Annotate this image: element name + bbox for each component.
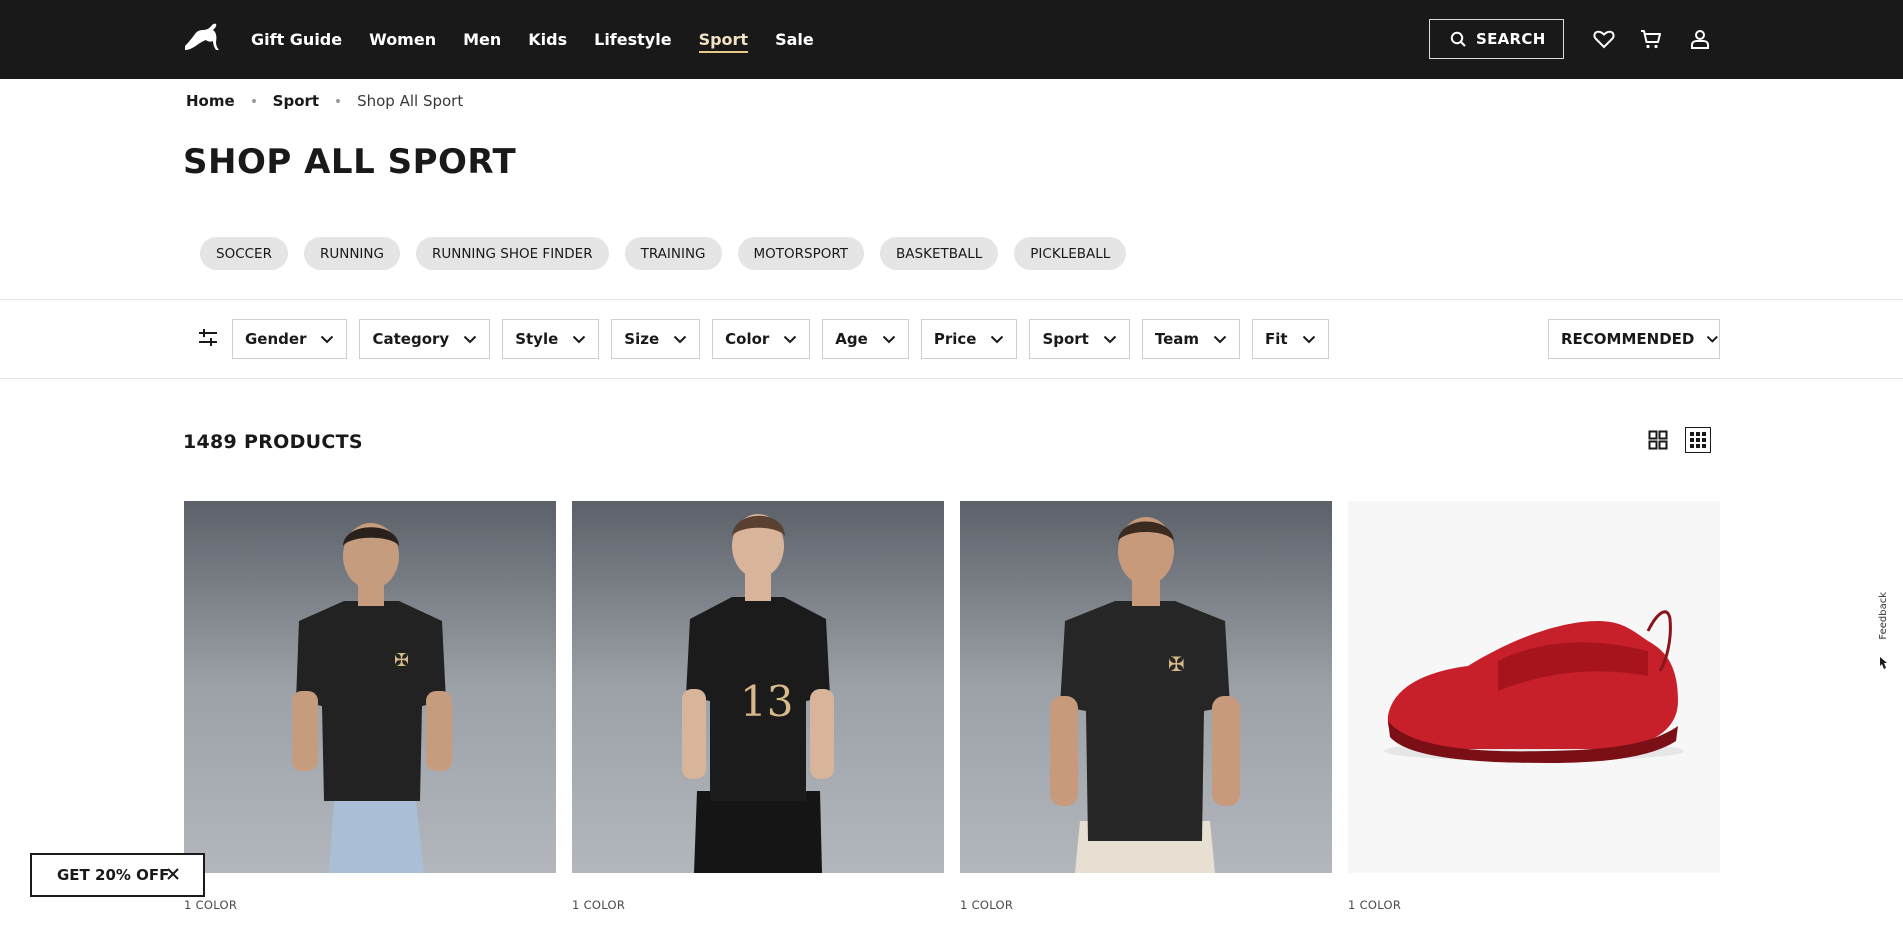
product-image-red-sneaker[interactable]	[1348, 501, 1720, 873]
filter-sport[interactable]: Sport	[1029, 319, 1130, 359]
chevron-down-icon	[321, 335, 334, 343]
promo-label: GET 20% OFF	[57, 866, 170, 884]
search-label: SEARCH	[1476, 30, 1546, 48]
breadcrumb: Home Sport Shop All Sport	[186, 92, 463, 110]
chevron-down-icon	[1707, 335, 1719, 343]
filter-age[interactable]: Age	[822, 319, 909, 359]
wishlist-heart-icon[interactable]	[1592, 27, 1616, 51]
product-image-kids-jersey[interactable]: ✠	[184, 501, 556, 873]
pill-pickleball[interactable]: PICKLEBALL	[1014, 237, 1127, 270]
filter-label: Gender	[245, 330, 307, 348]
sort-label: RECOMMENDED	[1561, 330, 1695, 348]
product-image-mens-jersey[interactable]: ✠	[960, 501, 1332, 873]
page-title: SHOP ALL SPORT	[183, 142, 517, 182]
product-color-count: 1 COLOR	[184, 898, 238, 912]
chevron-down-icon	[1213, 335, 1227, 343]
promo-banner[interactable]: GET 20% OFF	[30, 853, 205, 897]
breadcrumb-sport[interactable]: Sport	[273, 92, 319, 110]
pill-running-shoe-finder[interactable]: RUNNING SHOE FINDER	[415, 237, 609, 270]
svg-text:✠: ✠	[1168, 652, 1185, 676]
product-image-mens-jersey-13[interactable]: 13	[572, 501, 944, 873]
puma-logo-icon[interactable]	[183, 22, 219, 52]
product-color-count: 1 COLOR	[960, 898, 1014, 912]
filter-label: Price	[933, 330, 977, 348]
filter-label: Age	[835, 330, 868, 348]
filter-label: Team	[1154, 330, 1200, 348]
filter-label: Style	[515, 330, 559, 348]
filter-price[interactable]: Price	[920, 319, 1018, 359]
chevron-down-icon	[1302, 335, 1315, 343]
sort-dropdown[interactable]: RECOMMENDED	[1548, 319, 1720, 359]
breadcrumb-separator	[336, 99, 341, 103]
product-color-count: 1 COLOR	[572, 898, 626, 912]
filter-label: Size	[624, 330, 660, 348]
filter-fit[interactable]: Fit	[1252, 319, 1329, 359]
feedback-tab[interactable]: Feedback	[1872, 592, 1894, 670]
filter-label: Color	[725, 330, 770, 348]
chevron-down-icon	[1103, 335, 1117, 343]
feedback-label: Feedback	[1877, 592, 1889, 640]
pill-running[interactable]: RUNNING	[303, 237, 400, 270]
top-nav-bar: Gift Guide Women Men Kids Lifestyle Spor…	[0, 0, 1903, 79]
filter-gender[interactable]: Gender	[232, 319, 348, 359]
filter-bar: Gender Category Style Size Color Age Pri…	[232, 319, 1341, 359]
search-button[interactable]: SEARCH	[1429, 19, 1564, 59]
nav-men[interactable]: Men	[463, 0, 501, 79]
breadcrumb-separator	[251, 99, 256, 103]
feedback-pointer-icon	[1880, 657, 1887, 669]
close-icon[interactable]	[165, 866, 181, 882]
chevron-down-icon	[463, 335, 477, 343]
nav-lifestyle[interactable]: Lifestyle	[594, 0, 671, 79]
nav-sale[interactable]: Sale	[775, 0, 814, 79]
nav-sport[interactable]: Sport	[698, 0, 748, 79]
pill-motorsport[interactable]: MOTORSPORT	[737, 237, 865, 270]
breadcrumb-current: Shop All Sport	[357, 92, 464, 110]
filter-label: Fit	[1265, 330, 1288, 348]
search-icon	[1450, 31, 1466, 47]
pill-soccer[interactable]: SOCCER	[200, 237, 288, 270]
svg-text:✠: ✠	[394, 650, 409, 671]
filter-team[interactable]: Team	[1141, 319, 1241, 359]
filter-label: Category	[372, 330, 450, 348]
chevron-down-icon	[991, 335, 1004, 343]
filter-category[interactable]: Category	[359, 319, 491, 359]
product-count: 1489 PRODUCTS	[183, 431, 363, 453]
divider	[0, 299, 1903, 300]
filter-sliders-icon[interactable]	[197, 327, 219, 349]
grid-3x3-icon	[1690, 432, 1706, 448]
main-nav: Gift Guide Women Men Kids Lifestyle Spor…	[251, 0, 841, 79]
filter-color[interactable]: Color	[712, 319, 811, 359]
chevron-down-icon	[784, 335, 797, 343]
chevron-down-icon	[882, 335, 896, 343]
product-color-count: 1 COLOR	[1348, 898, 1402, 912]
divider	[0, 378, 1903, 379]
filter-size[interactable]: Size	[611, 319, 701, 359]
nav-kids[interactable]: Kids	[528, 0, 567, 79]
filter-style[interactable]: Style	[502, 319, 600, 359]
nav-gift-guide[interactable]: Gift Guide	[251, 0, 342, 79]
filter-label: Sport	[1042, 330, 1089, 348]
pill-basketball[interactable]: BASKETBALL	[880, 237, 999, 270]
svg-text:13: 13	[740, 677, 793, 726]
grid-2x2-icon	[1648, 430, 1668, 450]
account-user-icon[interactable]	[1688, 27, 1712, 51]
category-pills: SOCCER RUNNING RUNNING SHOE FINDER TRAIN…	[200, 237, 1142, 270]
breadcrumb-home[interactable]: Home	[186, 92, 235, 110]
chevron-down-icon	[673, 335, 687, 343]
grid-view-small-button[interactable]	[1685, 427, 1711, 453]
pill-training[interactable]: TRAINING	[624, 237, 722, 270]
chevron-down-icon	[573, 335, 586, 343]
nav-women[interactable]: Women	[369, 0, 436, 79]
grid-view-large-button[interactable]	[1645, 427, 1671, 453]
cart-icon[interactable]	[1639, 27, 1663, 51]
